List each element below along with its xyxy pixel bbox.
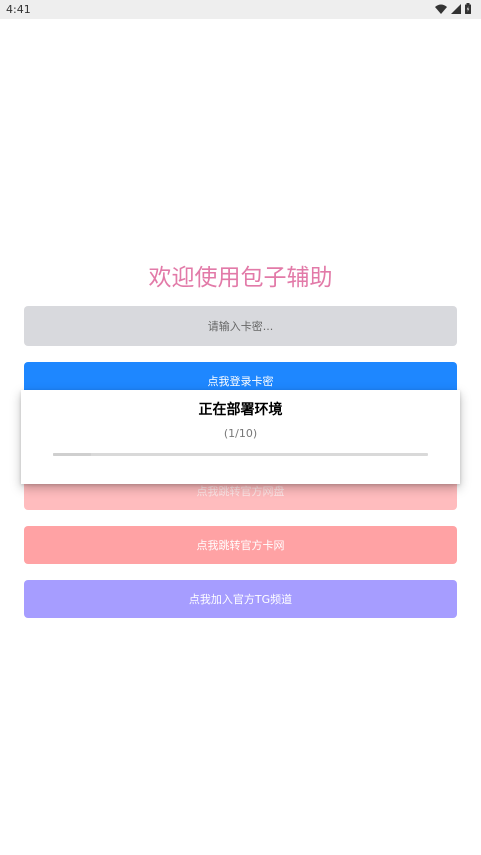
dialog-title: 正在部署环境 — [198, 402, 283, 418]
progress-bar — [53, 453, 428, 456]
join-tg-channel-button[interactable]: 点我加入官方TG频道 — [24, 580, 457, 618]
page-title: 欢迎使用包子辅助 — [148, 265, 333, 291]
card-key-input[interactable] — [24, 306, 457, 346]
progress-bar-fill — [53, 453, 91, 456]
wifi-icon — [435, 4, 447, 14]
status-icons — [435, 3, 471, 14]
official-card-site-button[interactable]: 点我跳转官方卡网 — [24, 526, 457, 564]
signal-icon — [451, 3, 461, 14]
progress-count: (1/10) — [223, 427, 258, 440]
progress-dialog: 正在部署环境 (1/10) — [21, 390, 460, 484]
battery-icon — [465, 3, 471, 14]
status-bar: 4:41 — [0, 0, 481, 19]
status-time: 4:41 — [6, 3, 31, 16]
